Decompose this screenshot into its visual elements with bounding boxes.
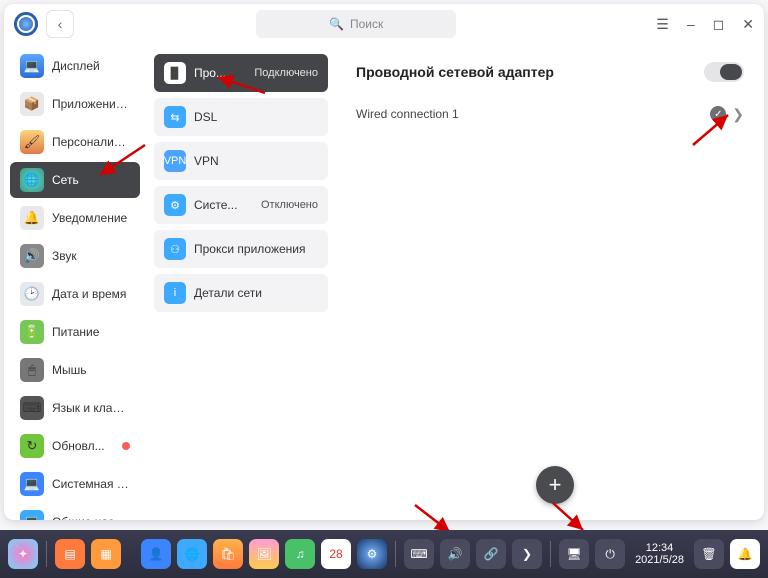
dock-app-2[interactable]: ▦ (91, 539, 121, 569)
sidebar-item-personalization[interactable]: 🖌Персонализа... (10, 124, 140, 160)
midpanel-item-system-proxy[interactable]: ⚙Систе...Отключено (154, 186, 328, 224)
connection-row[interactable]: Wired connection 1 ✓ ❯ (356, 100, 744, 128)
connected-check-icon: ✓ (710, 106, 726, 122)
sidebar-item-keyboard[interactable]: ⌨Язык и клави... (10, 390, 140, 426)
titlebar: ‹ 🔍 Поиск ☰ – ◻ ✕ (4, 4, 764, 44)
settings-window: ‹ 🔍 Поиск ☰ – ◻ ✕ 💻Дисплей 📦Приложения .… (4, 4, 764, 520)
display-icon: 💻 (20, 54, 44, 78)
app-icon (14, 12, 38, 36)
ethernet-icon: ▉ (164, 62, 186, 84)
search-input[interactable]: 🔍 Поиск (256, 10, 456, 38)
adapter-toggle[interactable] (704, 62, 744, 82)
update-badge (122, 442, 130, 450)
content-title: Проводной сетевой адаптер (356, 64, 554, 80)
search-icon: 🔍 (329, 17, 344, 31)
netinfo-icon: i (164, 282, 186, 304)
sidebar-item-notifications[interactable]: 🔔Уведомление (10, 200, 140, 236)
back-button[interactable]: ‹ (46, 10, 74, 38)
bell-icon: 🔔 (20, 206, 44, 230)
sidebar-item-apps[interactable]: 📦Приложения ... (10, 86, 140, 122)
window-body: 💻Дисплей 📦Приложения ... 🖌Персонализа...… (4, 44, 764, 520)
maximize-button[interactable]: ◻ (713, 16, 725, 33)
midpanel-item-dsl[interactable]: ⇆DSL (154, 98, 328, 136)
sidebar-item-network[interactable]: 🌐Сеть (10, 162, 140, 198)
sidebar-item-sysinfo[interactable]: 💻Системная ин... (10, 466, 140, 502)
network-category-panel: ▉Про...Подключено ⇆DSL VPNVPN ⚙Систе...О… (146, 44, 336, 520)
tray-more-icon[interactable]: ❯ (512, 539, 542, 569)
dock-app-calendar[interactable]: 28 (321, 539, 351, 569)
tray-keyboard-icon[interactable]: ⌨ (404, 539, 434, 569)
tray-power-icon[interactable]: ⏻ (595, 539, 625, 569)
search-placeholder: Поиск (350, 17, 383, 31)
tray-network-icon[interactable]: 🔗 (476, 539, 506, 569)
dock-app-store[interactable]: 🛍 (213, 539, 243, 569)
mouse-icon: 🖱 (20, 358, 44, 382)
connection-name: Wired connection 1 (356, 107, 459, 121)
tray-trash-icon[interactable]: 🗑 (694, 539, 724, 569)
minimize-button[interactable]: – (687, 16, 695, 33)
tray-clock[interactable]: 12:342021/5/28 (635, 542, 684, 566)
menu-icon[interactable]: ☰ (656, 16, 669, 33)
dsl-icon: ⇆ (164, 106, 186, 128)
keyboard-icon: ⌨ (20, 396, 44, 420)
app-proxy-icon: ⚇ (164, 238, 186, 260)
dock-app-web[interactable]: 🌐 (177, 539, 207, 569)
dock-app-browser[interactable]: 👤 (141, 539, 171, 569)
dock-app-music[interactable]: ♫ (285, 539, 315, 569)
sidebar-item-mouse[interactable]: 🖱Мышь (10, 352, 140, 388)
general-icon: 💻 (20, 510, 44, 520)
tray-volume-icon[interactable]: 🔊 (440, 539, 470, 569)
vpn-icon: VPN (164, 150, 186, 172)
sidebar-item-updates[interactable]: ↻Обновл... (10, 428, 140, 464)
add-connection-button[interactable]: + (536, 466, 574, 504)
sidebar-item-sound[interactable]: 🔊Звук (10, 238, 140, 274)
sidebar-item-general[interactable]: 💻Общие настр... (10, 504, 140, 520)
content-header: Проводной сетевой адаптер (356, 62, 744, 82)
midpanel-item-wired[interactable]: ▉Про...Подключено (154, 54, 328, 92)
midpanel-item-vpn[interactable]: VPNVPN (154, 142, 328, 180)
launcher-icon[interactable]: ✦ (8, 539, 38, 569)
network-icon: 🌐 (20, 168, 44, 192)
dock-app-1[interactable]: ▤ (55, 539, 85, 569)
sidebar-item-power[interactable]: 🔋Питание (10, 314, 140, 350)
tray-desktop-icon[interactable]: 🖥 (559, 539, 589, 569)
close-button[interactable]: ✕ (742, 16, 754, 33)
dock-app-photos[interactable]: 🖼 (249, 539, 279, 569)
tray-notifications-icon[interactable]: 🔔 (730, 539, 760, 569)
sidebar-item-display[interactable]: 💻Дисплей (10, 48, 140, 84)
info-icon: 💻 (20, 472, 44, 496)
midpanel-item-details[interactable]: iДетали сети (154, 274, 328, 312)
dock-app-settings[interactable]: ⚙ (357, 539, 387, 569)
speaker-icon: 🔊 (20, 244, 44, 268)
update-icon: ↻ (20, 434, 44, 458)
sidebar-item-datetime[interactable]: 🕑Дата и время (10, 276, 140, 312)
proxy-icon: ⚙ (164, 194, 186, 216)
sidebar: 💻Дисплей 📦Приложения ... 🖌Персонализа...… (4, 44, 146, 520)
dock: ✦ ▤ ▦ 👤 🌐 🛍 🖼 ♫ 28 ⚙ ⌨ 🔊 🔗 ❯ 🖥 ⏻ 12:3420… (0, 530, 768, 578)
battery-icon: 🔋 (20, 320, 44, 344)
content-pane: Проводной сетевой адаптер Wired connecti… (336, 44, 764, 520)
brush-icon: 🖌 (20, 130, 44, 154)
chevron-right-icon[interactable]: ❯ (732, 106, 744, 123)
apps-icon: 📦 (20, 92, 44, 116)
clock-icon: 🕑 (20, 282, 44, 306)
midpanel-item-app-proxy[interactable]: ⚇Прокси приложения (154, 230, 328, 268)
